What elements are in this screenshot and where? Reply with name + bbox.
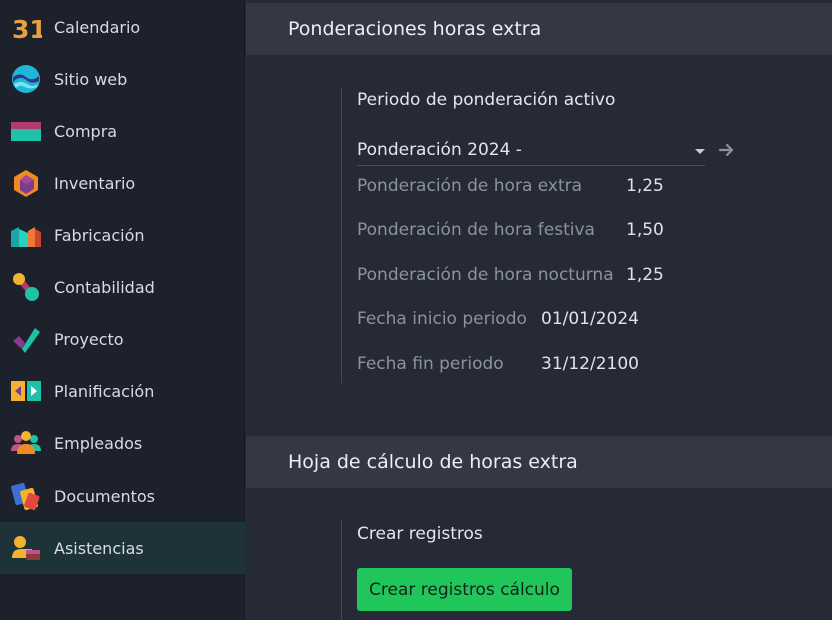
section-title: Hoja de cálculo de horas extra xyxy=(288,451,578,473)
period-start-value: 01/01/2024 xyxy=(541,309,639,329)
sidebar-item-label: Sitio web xyxy=(54,69,128,89)
period-end-value: 31/12/2100 xyxy=(541,354,639,374)
sidebar-item-fabricacion[interactable]: Fabricación xyxy=(0,209,245,261)
purchase-icon xyxy=(11,122,41,141)
inventory-icon xyxy=(14,170,38,197)
manufacturing-icon xyxy=(11,227,41,247)
sidebar-item-sitio-web[interactable]: Sitio web xyxy=(0,53,245,105)
overtime-weight-value: 1,25 xyxy=(626,176,664,196)
period-end-label: Fecha fin periodo xyxy=(357,354,504,374)
sidebar-item-inventario[interactable]: Inventario xyxy=(0,157,245,209)
sidebar-item-planificacion[interactable]: Planificación xyxy=(0,365,245,417)
section-header-sheet: Hoja de cálculo de horas extra xyxy=(246,436,832,488)
sidebar-item-label: Planificación xyxy=(54,381,155,401)
website-icon xyxy=(12,65,40,93)
section-header-weights: Ponderaciones horas extra xyxy=(246,3,832,55)
svg-text:31: 31 xyxy=(12,15,42,43)
sidebar-item-label: Fabricación xyxy=(54,225,145,245)
accounting-icon xyxy=(13,273,39,301)
arrow-right-icon[interactable] xyxy=(717,139,737,161)
section-divider xyxy=(341,520,342,620)
sidebar-item-contabilidad[interactable]: Contabilidad xyxy=(0,261,245,313)
sidebar-item-documentos[interactable]: Documentos xyxy=(0,470,245,522)
sidebar-item-label: Proyecto xyxy=(54,329,124,349)
section-divider xyxy=(341,87,342,383)
create-records-heading: Crear registros xyxy=(357,524,483,544)
period-select-value: Ponderación 2024 - xyxy=(357,140,522,160)
attendances-icon xyxy=(12,536,40,560)
planning-icon xyxy=(11,381,41,401)
sidebar-item-compra[interactable]: Compra xyxy=(0,105,245,157)
calendar-icon: 31 xyxy=(12,15,42,43)
app-sidebar: 31 Calendario Sitio web Compra Inventari… xyxy=(0,0,245,620)
project-icon xyxy=(13,328,40,353)
documents-icon xyxy=(11,482,40,511)
sidebar-item-asistencias[interactable]: Asistencias xyxy=(0,522,245,574)
active-period-heading: Periodo de ponderación activo xyxy=(357,90,616,110)
sidebar-item-empleados[interactable]: Empleados xyxy=(0,417,245,469)
sidebar-item-label: Compra xyxy=(54,121,118,141)
sidebar-item-proyecto[interactable]: Proyecto xyxy=(0,313,245,365)
night-weight-label: Ponderación de hora nocturna xyxy=(357,265,614,285)
holiday-weight-label: Ponderación de hora festiva xyxy=(357,220,595,240)
sidebar-item-label: Empleados xyxy=(54,433,143,453)
sidebar-item-label: Calendario xyxy=(54,17,141,37)
caret-down-icon[interactable] xyxy=(695,149,705,154)
night-weight-value: 1,25 xyxy=(626,265,664,285)
overtime-weight-label: Ponderación de hora extra xyxy=(357,176,583,196)
sidebar-item-label: Asistencias xyxy=(54,538,144,558)
section-title: Ponderaciones horas extra xyxy=(288,18,542,40)
main-content: Ponderaciones horas extra Periodo de pon… xyxy=(246,0,832,620)
holiday-weight-value: 1,50 xyxy=(626,220,664,240)
sidebar-item-label: Inventario xyxy=(54,173,136,193)
period-start-label: Fecha inicio periodo xyxy=(357,309,527,329)
sidebar-item-calendario[interactable]: 31 Calendario xyxy=(0,1,245,53)
period-select[interactable]: Ponderación 2024 - xyxy=(357,138,705,166)
sidebar-item-label: Contabilidad xyxy=(54,277,155,297)
create-records-button[interactable]: Crear registros cálculo xyxy=(357,568,572,611)
employees-icon xyxy=(11,431,41,454)
sidebar-item-label: Documentos xyxy=(54,486,156,506)
